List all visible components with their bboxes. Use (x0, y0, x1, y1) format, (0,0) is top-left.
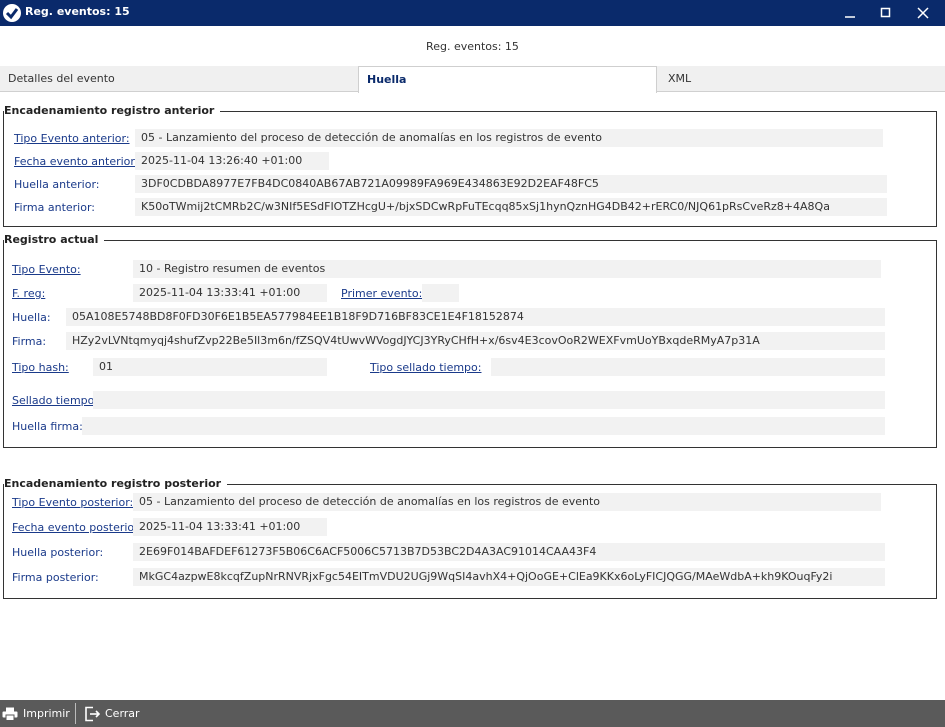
close-button[interactable]: Cerrar (84, 700, 140, 727)
tipo-evento-anterior-field[interactable]: 05 - Lanzamiento del proceso de detecció… (135, 129, 883, 147)
maximize-button[interactable] (868, 0, 904, 26)
title-bar (0, 0, 945, 26)
printer-icon (2, 707, 18, 721)
fecha-evento-posterior-field[interactable]: 2025-11-04 13:33:41 +01:00 (133, 518, 327, 536)
group-anterior-legend: Encadenamiento registro anterior (4, 104, 221, 117)
firma-label: Firma: (12, 335, 47, 348)
print-label: Imprimir (23, 707, 70, 720)
sellado-tiempo-field[interactable] (93, 391, 885, 409)
tipo-evento-field[interactable]: 10 - Registro resumen de eventos (133, 260, 881, 278)
huella-label: Huella: (12, 311, 51, 324)
close-window-button[interactable] (905, 0, 941, 26)
huella-posterior-label: Huella posterior: (12, 546, 104, 559)
tipo-hash-label[interactable]: Tipo hash: (12, 361, 69, 374)
tab-detalles[interactable]: Detalles del evento (0, 66, 358, 93)
tipo-evento-posterior-field[interactable]: 05 - Lanzamiento del proceso de detecció… (133, 493, 881, 511)
firma-posterior-label: Firma posterior: (12, 571, 99, 584)
maximize-icon (880, 7, 891, 18)
group-actual-legend: Registro actual (4, 233, 105, 246)
huella-firma-field[interactable] (82, 417, 885, 435)
firma-anterior-label: Firma anterior: (14, 201, 96, 214)
fecha-evento-anterior-label[interactable]: Fecha evento anterior: (14, 155, 138, 168)
exit-icon (85, 706, 100, 721)
bottom-toolbar (0, 700, 945, 727)
toolbar-divider (75, 703, 76, 724)
huella-anterior-label: Huella anterior: (14, 178, 100, 191)
sellado-tiempo-label[interactable]: Sellado tiempo (12, 394, 94, 407)
close-icon (917, 7, 929, 19)
tipo-evento-posterior-label[interactable]: Tipo Evento posterior: (12, 496, 133, 509)
f-reg-label[interactable]: F. reg: (12, 287, 45, 300)
print-button[interactable]: Imprimir (2, 700, 70, 727)
primer-evento-field[interactable] (422, 284, 459, 302)
f-reg-field[interactable]: 2025-11-04 13:33:41 +01:00 (133, 284, 327, 302)
huella-firma-label: Huella firma: (12, 420, 83, 433)
primer-evento-label[interactable]: Primer evento: (341, 287, 422, 300)
tab-huella[interactable]: Huella (358, 66, 657, 93)
fecha-evento-posterior-label[interactable]: Fecha evento posterior (12, 521, 139, 534)
group-posterior-legend: Encadenamiento registro posterior (4, 477, 228, 490)
tipo-hash-field[interactable]: 01 (93, 358, 327, 376)
tipo-sellado-tiempo-field[interactable] (491, 358, 885, 376)
huella-anterior-field[interactable]: 3DF0CDBDA8977E7FB4DC0840AB67AB721A09989F… (135, 175, 887, 193)
firma-posterior-field[interactable]: MkGC4azpwE8kcqfZupNrRNVRjxFgc54EITmVDU2U… (133, 568, 885, 586)
huella-field[interactable]: 05A108E5748BD8F0FD30F6E1B5EA577984EE1B18… (66, 308, 885, 326)
tipo-evento-anterior-label[interactable]: Tipo Evento anterior: (14, 132, 130, 145)
minimize-icon (845, 16, 855, 18)
firma-field[interactable]: HZy2vLVNtqmyqj4shufZvp22Be5Il3m6n/fZSQV4… (66, 332, 885, 350)
tipo-evento-label[interactable]: Tipo Evento: (12, 263, 81, 276)
tab-xml[interactable]: XML (660, 66, 945, 93)
close-label: Cerrar (105, 707, 140, 720)
app-logo-icon (3, 4, 21, 22)
fecha-evento-anterior-field[interactable]: 2025-11-04 13:26:40 +01:00 (135, 152, 329, 170)
tipo-sellado-tiempo-label[interactable]: Tipo sellado tiempo: (370, 361, 481, 374)
page-title: Reg. eventos: 15 (426, 40, 519, 53)
huella-posterior-field[interactable]: 2E69F014BAFDEF61273F5B06C6ACF5006C5713B7… (133, 543, 885, 561)
minimize-button[interactable] (832, 0, 868, 26)
window-title: Reg. eventos: 15 (25, 5, 130, 18)
firma-anterior-field[interactable]: K50oTWmij2tCMRb2C/w3NIf5ESdFIOTZHcgU+/bj… (135, 198, 887, 216)
